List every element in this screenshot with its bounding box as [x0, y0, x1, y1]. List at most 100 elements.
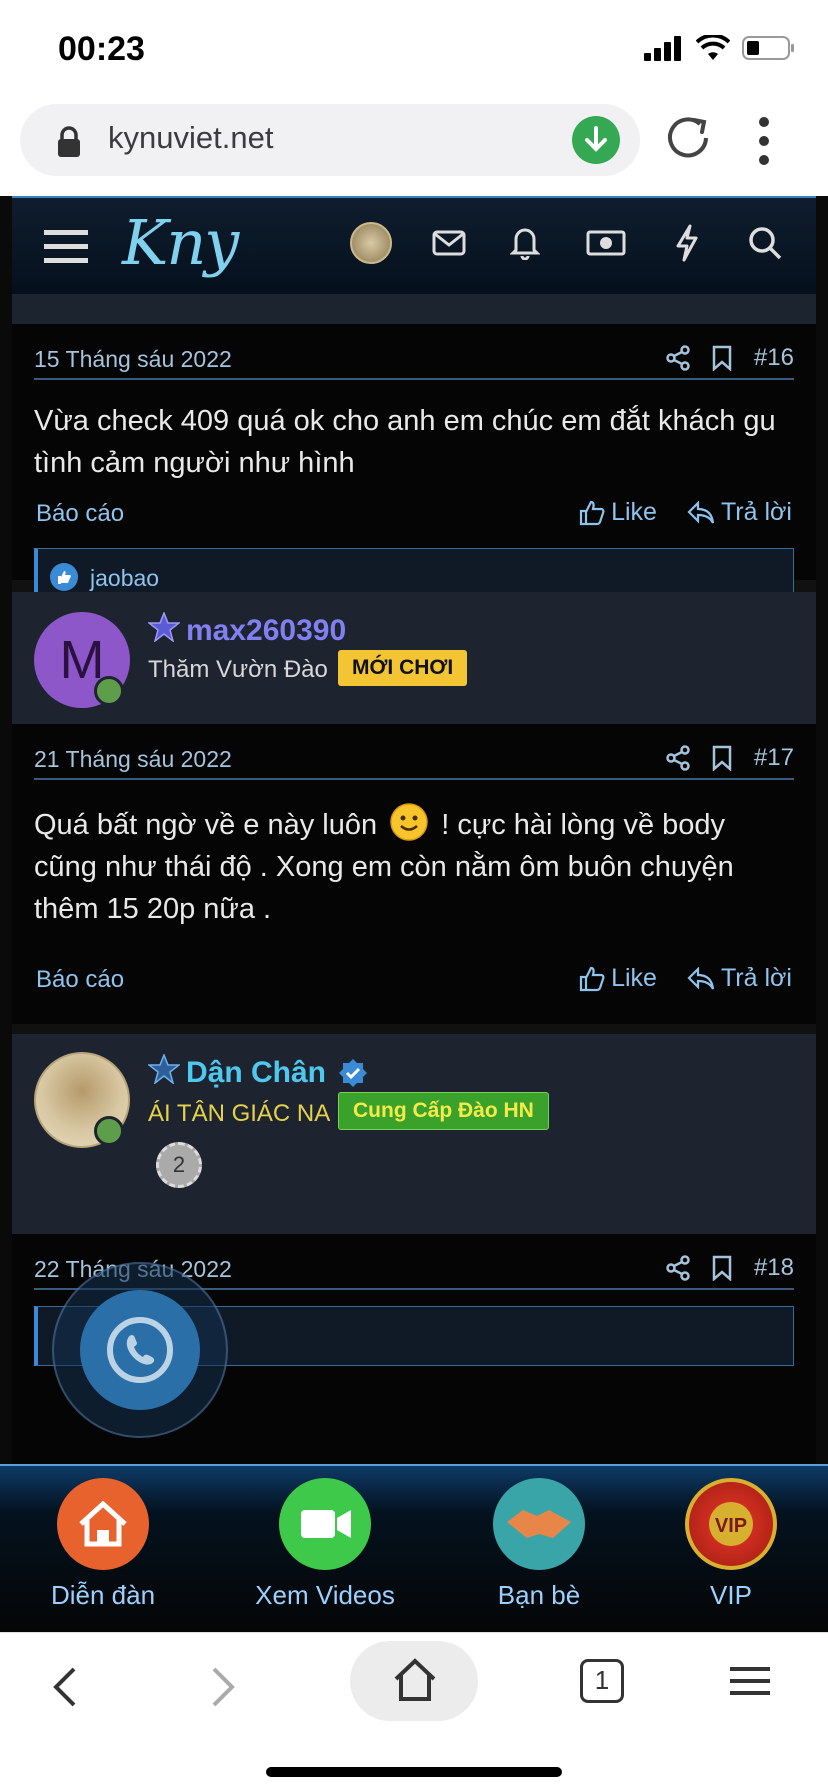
download-icon	[585, 126, 607, 152]
menu-icon[interactable]	[730, 1665, 770, 1697]
search-icon[interactable]	[748, 226, 782, 260]
author-name[interactable]: Dận Chân	[186, 1056, 326, 1090]
divider	[34, 378, 794, 380]
home-button[interactable]	[350, 1641, 478, 1721]
video-camera-icon	[279, 1478, 371, 1570]
address-bar[interactable]: kynuviet.net	[20, 104, 640, 176]
status-icons	[644, 34, 796, 62]
post-16: 15 Tháng sáu 2022 #16 Vừa check 409 quá …	[12, 324, 816, 608]
like-button[interactable]: Like	[579, 964, 657, 993]
reply-icon	[687, 966, 715, 990]
vip-badge-icon: VIP	[685, 1478, 777, 1570]
thumbs-up-icon	[579, 966, 605, 991]
reaction-actions: Like Trả lời	[579, 498, 792, 527]
floating-chat-button[interactable]	[52, 1262, 228, 1438]
bookmark-icon[interactable]	[712, 345, 732, 371]
site-header: Kny	[12, 196, 816, 294]
post-actions: #18	[666, 1254, 794, 1282]
more-menu-icon[interactable]	[756, 116, 772, 166]
sub-navigation	[12, 294, 816, 324]
user-avatar[interactable]	[350, 222, 392, 264]
mail-icon[interactable]	[432, 230, 466, 256]
like-reaction-icon	[50, 563, 78, 591]
reaction-actions: Like Trả lời	[579, 964, 792, 993]
post-18-author: Dận Chân ÁI TÂN GIÁC NA Cung Cấp Đào HN …	[12, 1034, 816, 1234]
online-status-icon	[94, 1116, 124, 1146]
reply-icon	[687, 500, 715, 524]
signal-icon	[644, 36, 681, 61]
lock-icon	[58, 126, 80, 157]
whatsapp-circle	[80, 1290, 200, 1410]
post-date[interactable]: 15 Tháng sáu 2022	[34, 346, 232, 373]
tab-vip[interactable]: VIP VIP	[636, 1478, 826, 1611]
bookmark-icon[interactable]	[712, 1255, 732, 1281]
like-label: Like	[611, 964, 657, 992]
clock: 00:23	[58, 30, 145, 68]
home-icon	[394, 1658, 436, 1701]
browser-toolbar: 1	[0, 1632, 828, 1792]
report-link[interactable]: Báo cáo	[36, 500, 124, 528]
tab-forum[interactable]: Diễn đàn	[8, 1478, 198, 1611]
tab-videos[interactable]: Xem Videos	[230, 1478, 420, 1611]
wifi-icon	[696, 35, 730, 60]
share-icon[interactable]	[666, 345, 690, 371]
post-number[interactable]: #17	[754, 744, 794, 772]
post-number[interactable]: #18	[754, 1254, 794, 1282]
reply-button[interactable]: Trả lời	[687, 498, 792, 527]
reply-button[interactable]: Trả lời	[687, 964, 792, 993]
post-actions: #17	[666, 744, 794, 772]
download-button[interactable]	[572, 116, 620, 164]
hamburger-menu-icon[interactable]	[44, 228, 88, 266]
post-number[interactable]: #16	[754, 344, 794, 372]
tab-label: Bạn bè	[497, 1580, 581, 1610]
post-actions: #16	[666, 344, 794, 372]
smile-emoji-icon	[390, 803, 428, 841]
share-icon[interactable]	[666, 745, 690, 771]
status-bar: 00:23	[0, 0, 828, 96]
tab-label: VIP	[710, 1580, 752, 1610]
online-status-icon	[94, 676, 124, 706]
screen: { "status": {"time": "00:23"}, "browser"…	[0, 0, 828, 1792]
like-button[interactable]: Like	[579, 498, 657, 527]
post-17: 21 Tháng sáu 2022 #17 Quá bất ngờ về e n…	[12, 724, 816, 1024]
level-medal-icon: 2	[156, 1142, 202, 1188]
post-date[interactable]: 21 Tháng sáu 2022	[34, 746, 232, 773]
tab-friends[interactable]: Bạn bè	[444, 1478, 634, 1611]
divider	[34, 778, 794, 780]
handshake-icon	[493, 1478, 585, 1570]
reaction-user[interactable]: jaobao	[90, 565, 159, 592]
post-body: Vừa check 409 quá ok cho anh em chúc em …	[34, 405, 776, 479]
post-body-part1: Quá bất ngờ về e này luôn	[34, 809, 378, 841]
reload-icon[interactable]	[662, 112, 714, 164]
user-badge: MỚI CHƠI	[338, 650, 468, 686]
user-badge: Cung Cấp Đào HN	[338, 1092, 549, 1130]
report-link[interactable]: Báo cáo	[36, 966, 124, 994]
user-title: Thăm Vườn Đào	[148, 656, 328, 683]
back-icon[interactable]	[50, 1665, 80, 1709]
share-icon[interactable]	[666, 1255, 690, 1281]
post-17-author: M max260390 Thăm Vườn Đào MỚI CHƠI	[12, 592, 816, 724]
bell-icon[interactable]	[510, 224, 540, 260]
user-title: ÁI TÂN GIÁC NA	[148, 1100, 331, 1127]
phone-icon	[107, 1317, 173, 1383]
tab-label: Xem Videos	[255, 1580, 395, 1610]
tab-label: Diễn đàn	[50, 1580, 156, 1610]
url-text[interactable]: kynuviet.net	[108, 120, 273, 156]
site-logo[interactable]: Kny	[122, 206, 239, 279]
battery-icon	[742, 36, 794, 60]
forward-icon[interactable]	[208, 1665, 238, 1709]
money-icon[interactable]	[586, 230, 626, 256]
tab-switcher[interactable]: 1	[580, 1659, 624, 1703]
reply-label: Trả lời	[720, 964, 792, 992]
bookmark-icon[interactable]	[712, 745, 732, 771]
svg-text:VIP: VIP	[715, 1515, 747, 1537]
site-bottom-tabs: Diễn đàn Xem Videos Bạn bè VIP VIP	[0, 1464, 828, 1632]
like-label: Like	[611, 498, 657, 526]
reply-label: Trả lời	[720, 498, 792, 526]
author-name[interactable]: max260390	[186, 614, 346, 648]
home-icon	[57, 1478, 149, 1570]
thumbs-up-icon	[579, 500, 605, 525]
lightning-icon[interactable]	[674, 224, 700, 262]
star-icon	[148, 1054, 180, 1084]
star-icon	[148, 612, 180, 642]
